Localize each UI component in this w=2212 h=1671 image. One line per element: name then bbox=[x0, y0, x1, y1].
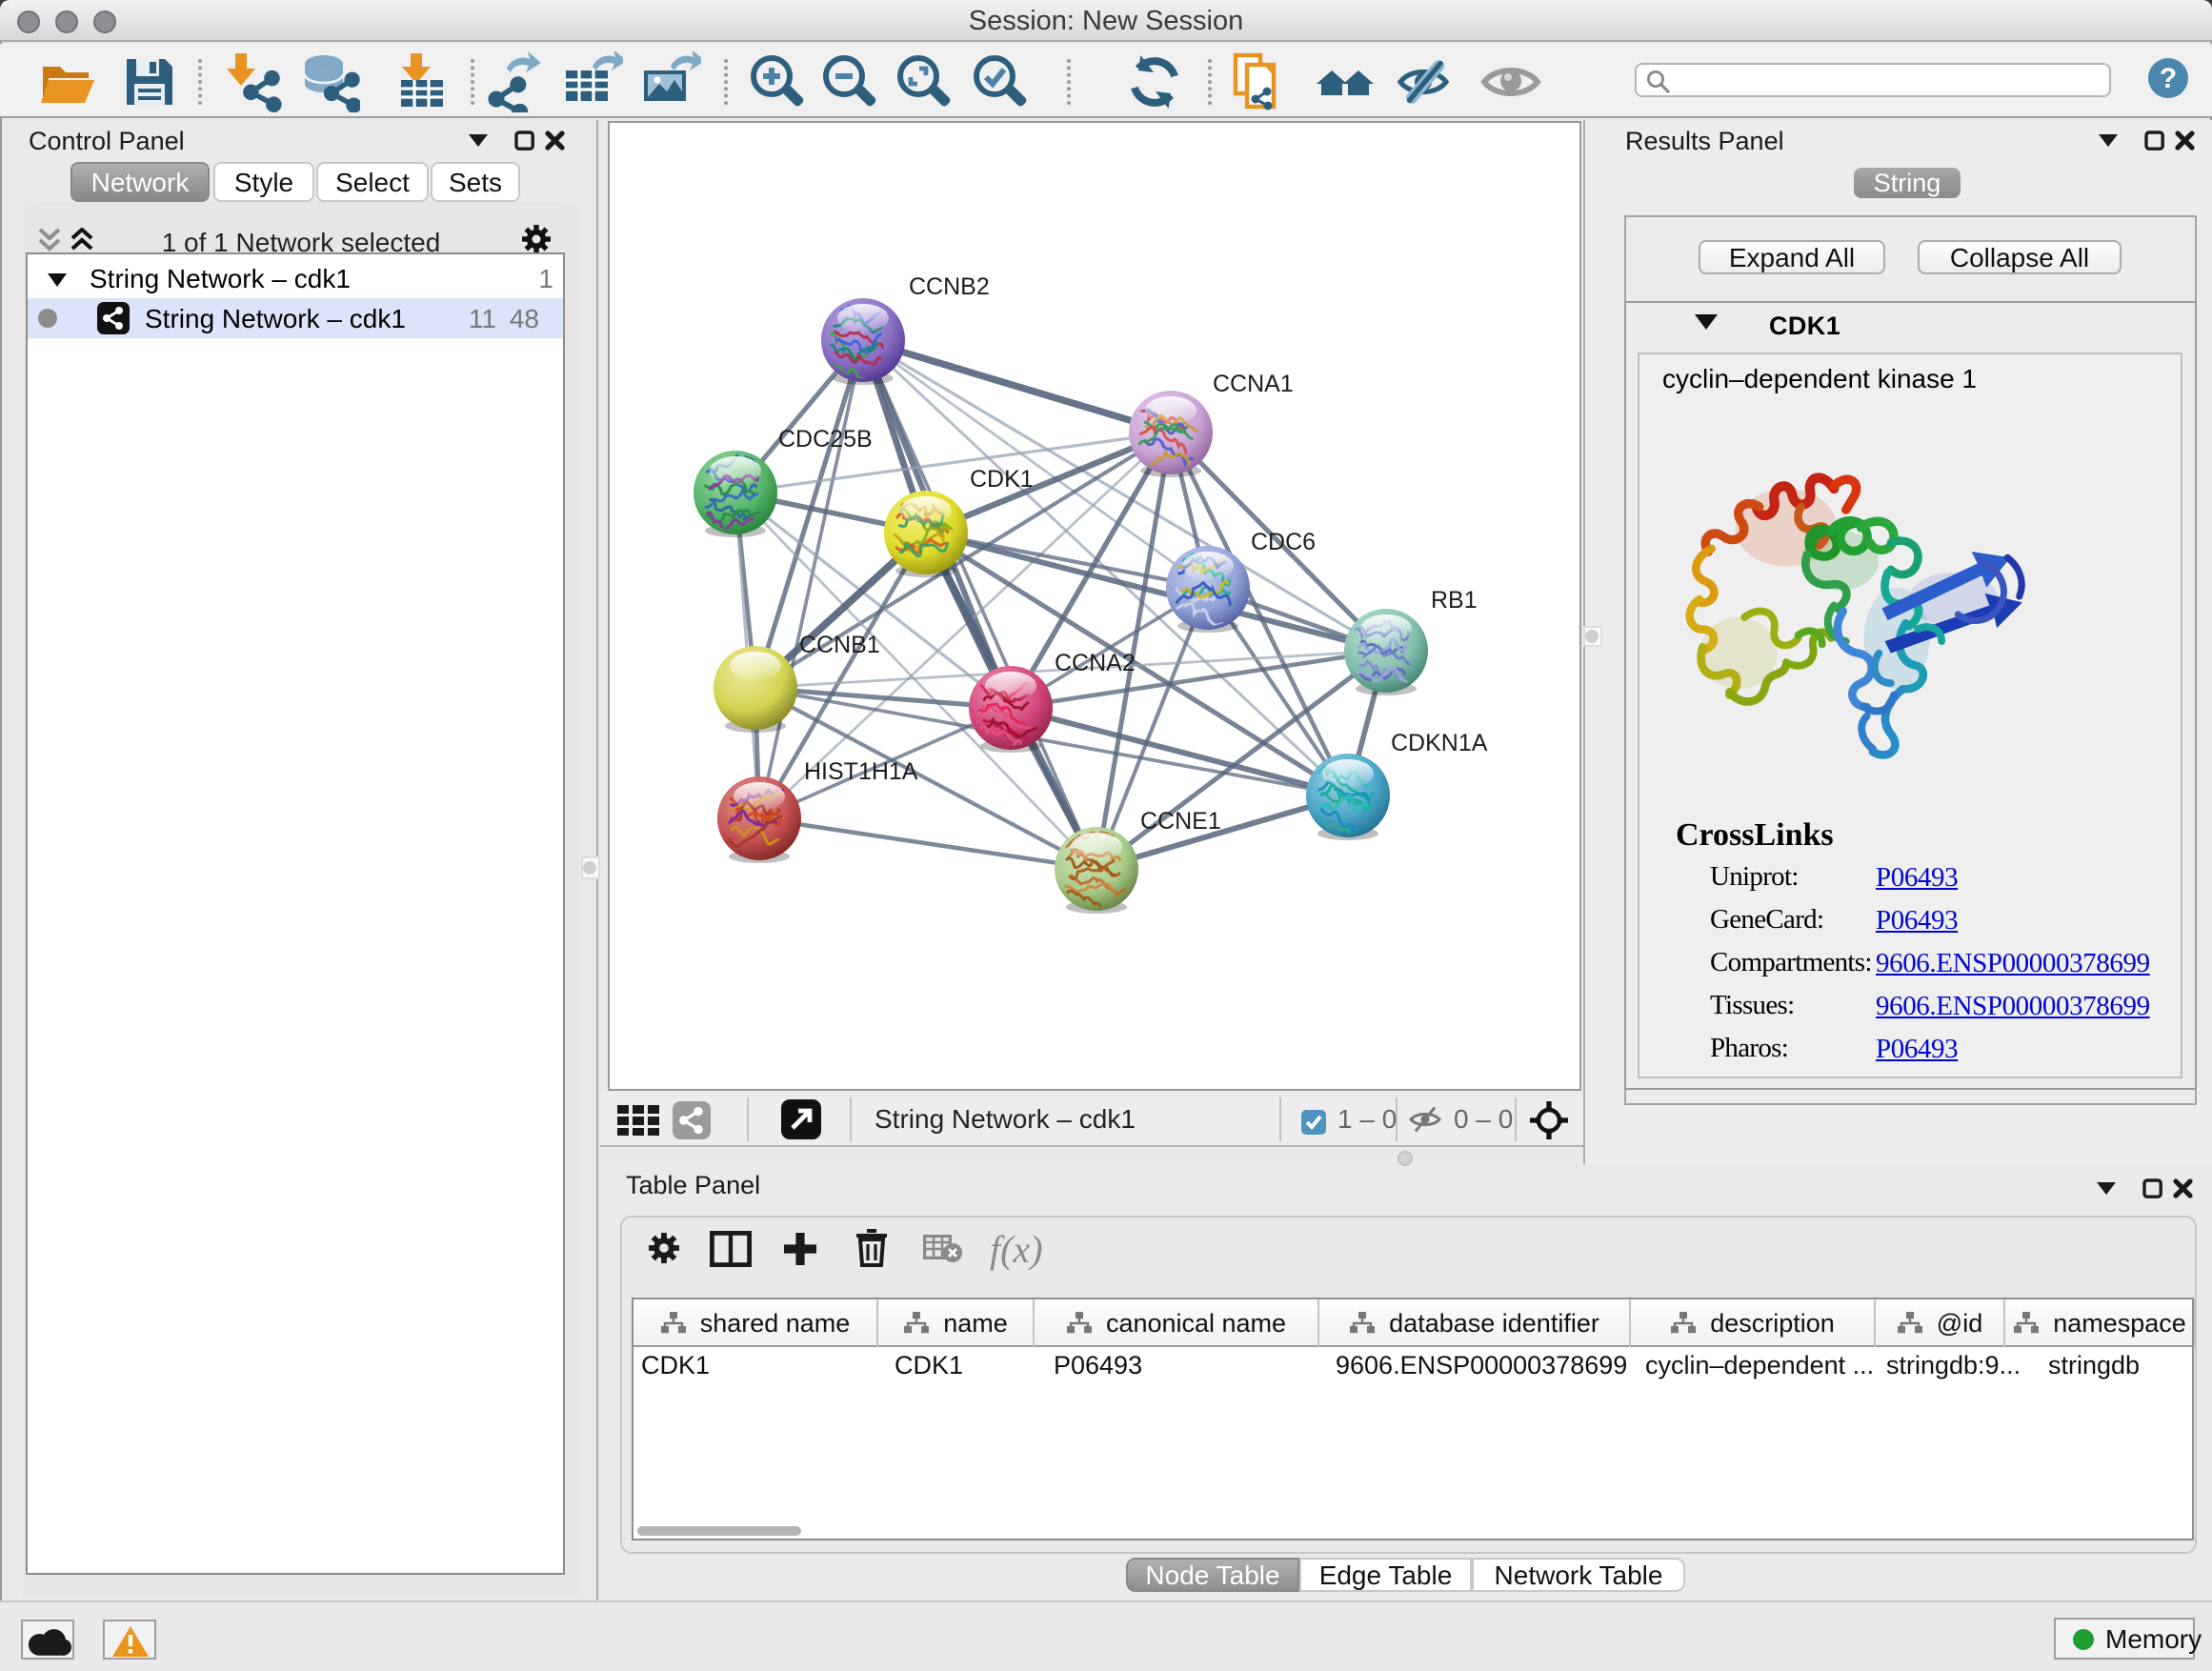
svg-text:?: ? bbox=[2160, 63, 2177, 94]
svg-text:CDKN1A: CDKN1A bbox=[1391, 730, 1488, 756]
svg-text:CDK1: CDK1 bbox=[970, 466, 1034, 493]
svg-text:CCNA1: CCNA1 bbox=[1213, 371, 1294, 397]
svg-text:CDC25B: CDC25B bbox=[778, 426, 873, 453]
svg-text:CCNB2: CCNB2 bbox=[909, 273, 990, 300]
svg-text:HIST1H1A: HIST1H1A bbox=[804, 758, 918, 785]
svg-text:CCNE1: CCNE1 bbox=[1140, 808, 1221, 835]
svg-text:RB1: RB1 bbox=[1431, 587, 1478, 614]
svg-text:CCNA2: CCNA2 bbox=[1055, 650, 1136, 676]
svg-text:CDC6: CDC6 bbox=[1251, 529, 1316, 555]
svg-text:CCNB1: CCNB1 bbox=[799, 632, 880, 658]
